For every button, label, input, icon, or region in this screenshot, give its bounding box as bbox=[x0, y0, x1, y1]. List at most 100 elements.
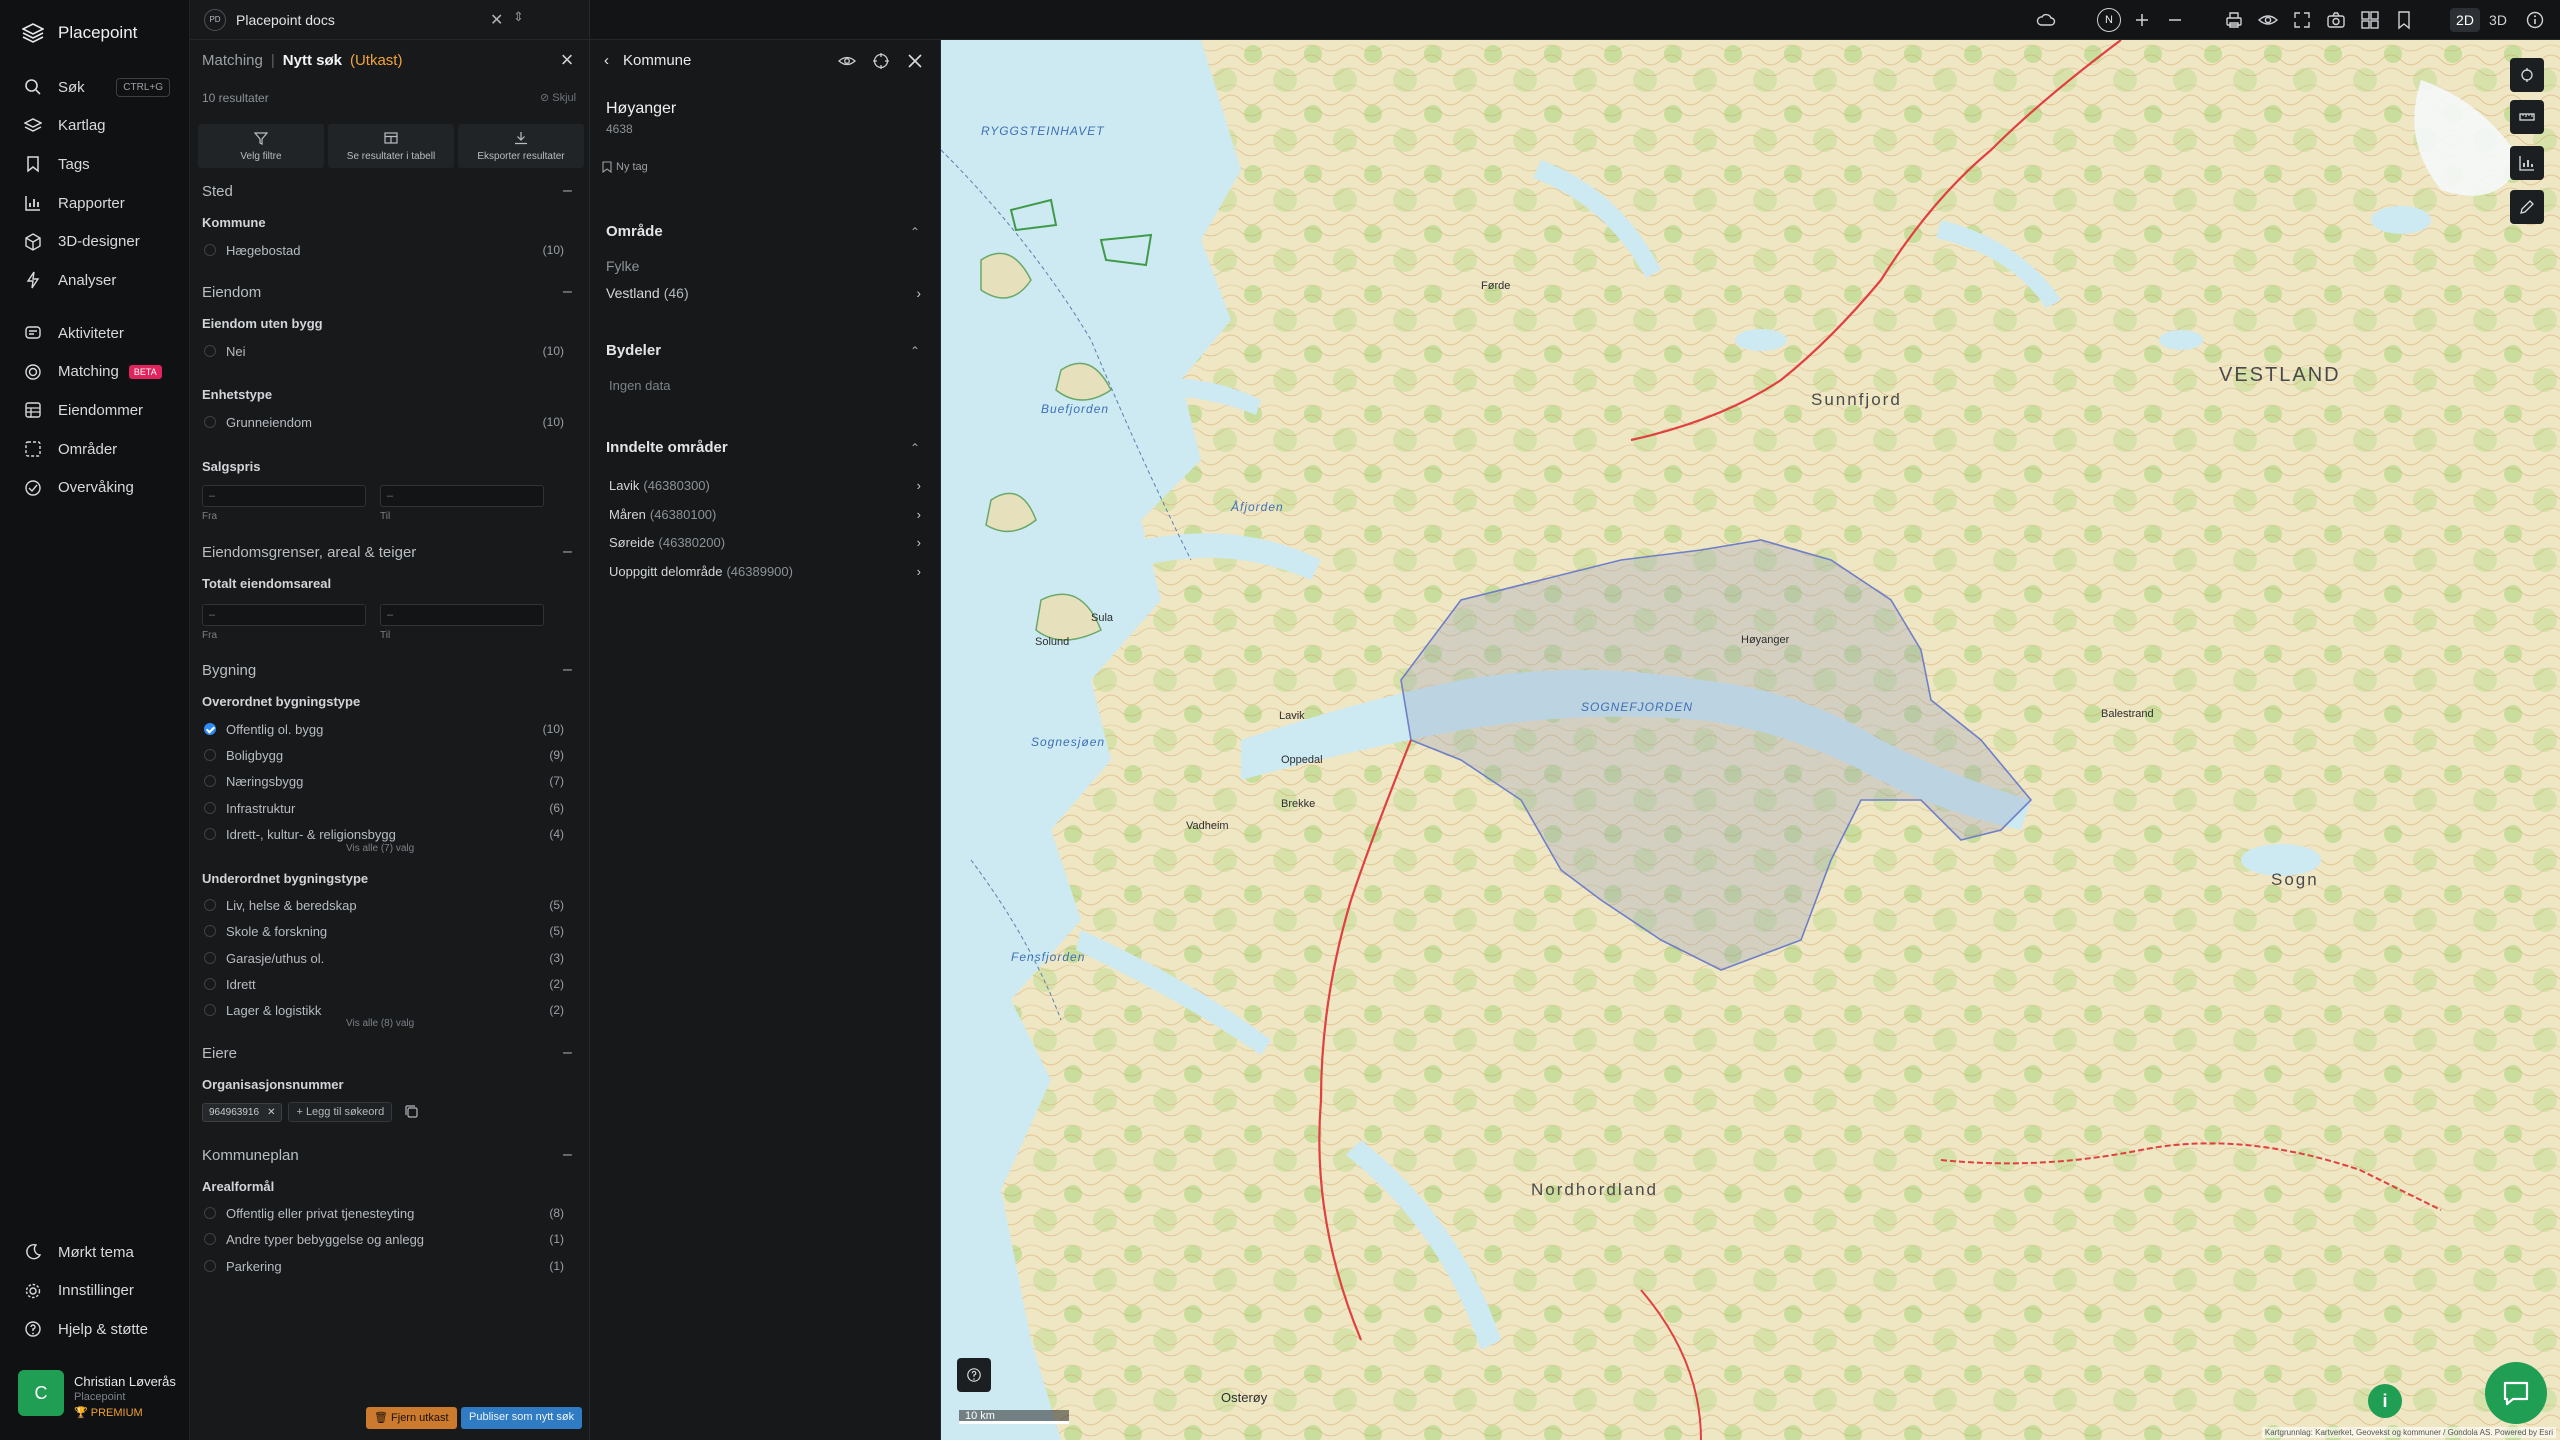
collapse-icon[interactable]: – bbox=[563, 1146, 572, 1164]
user-card[interactable]: C Christian Løverås Placepoint 🏆 PREMIUM bbox=[18, 1370, 176, 1419]
add-keyword-button[interactable]: + Legg til søkeord bbox=[288, 1102, 393, 1122]
nav-item-matching[interactable]: Matching BETA bbox=[0, 353, 190, 392]
chevron-updown-icon[interactable]: ⇕ bbox=[513, 9, 524, 25]
show-all-link[interactable]: Vis alle (8) valg bbox=[346, 1018, 414, 1029]
eye-icon[interactable] bbox=[2258, 10, 2278, 30]
doc-tab-title[interactable]: Placepoint docs bbox=[236, 12, 335, 28]
checkbox[interactable] bbox=[204, 925, 216, 937]
filter-option[interactable]: Skole & forskning (5) bbox=[204, 921, 564, 941]
nav-item-tags[interactable]: Tags bbox=[0, 145, 190, 184]
filter-option[interactable]: Idrett (2) bbox=[204, 974, 564, 994]
filter-option[interactable]: Offentlig ol. bygg (10) bbox=[204, 719, 564, 739]
area-from-input[interactable] bbox=[202, 604, 366, 626]
cloud-icon[interactable] bbox=[2036, 10, 2056, 30]
section-grenser[interactable]: Eiendomsgrenser, areal & teiger bbox=[202, 544, 416, 561]
nav-item-kartlag[interactable]: Kartlag bbox=[0, 107, 190, 146]
area-row[interactable]: Uoppgitt delområde (46389900) › bbox=[609, 564, 921, 579]
back-icon[interactable]: ‹ bbox=[604, 52, 609, 69]
eye-icon[interactable] bbox=[838, 52, 856, 70]
checkbox[interactable] bbox=[204, 802, 216, 814]
checkbox[interactable] bbox=[204, 1233, 216, 1245]
dashboard-icon[interactable] bbox=[2360, 10, 2380, 30]
nav-item-dark-theme[interactable]: Mørkt tema bbox=[0, 1233, 190, 1272]
checkbox[interactable] bbox=[204, 244, 216, 256]
zoom-out-icon[interactable] bbox=[2165, 10, 2185, 30]
nav-item-aktiviteter[interactable]: Aktiviteter bbox=[0, 314, 190, 353]
new-tag-button[interactable]: Ny tag bbox=[602, 161, 648, 173]
checkbox[interactable] bbox=[204, 828, 216, 840]
chevron-up-icon[interactable]: ⌃ bbox=[910, 441, 920, 455]
brand[interactable]: Placepoint bbox=[22, 20, 137, 46]
mode-3d-button[interactable]: 3D bbox=[2483, 8, 2513, 32]
camera-icon[interactable] bbox=[2326, 10, 2346, 30]
hide-button[interactable]: ⊘ Skjul bbox=[540, 91, 576, 104]
nav-item-rapporter[interactable]: Rapporter bbox=[0, 184, 190, 223]
crosshair-icon[interactable] bbox=[872, 52, 890, 70]
checkbox[interactable] bbox=[204, 1207, 216, 1219]
publish-button[interactable]: Publiser som nytt søk bbox=[461, 1407, 583, 1429]
section-bydeler[interactable]: Bydeler bbox=[606, 342, 661, 359]
checkbox[interactable] bbox=[204, 345, 216, 357]
nav-item-omrader[interactable]: Områder bbox=[0, 430, 190, 469]
checkbox-checked[interactable] bbox=[204, 723, 216, 735]
view-table-button[interactable]: Se resultater i tabell bbox=[328, 124, 454, 168]
checkbox[interactable] bbox=[204, 952, 216, 964]
close-tab-icon[interactable]: ✕ bbox=[490, 10, 503, 30]
filter-option[interactable]: Boligbygg (9) bbox=[204, 745, 564, 765]
checkbox[interactable] bbox=[204, 978, 216, 990]
filter-option[interactable]: Liv, helse & beredskap (5) bbox=[204, 895, 564, 915]
checkbox[interactable] bbox=[204, 775, 216, 787]
collapse-icon[interactable]: – bbox=[563, 283, 572, 301]
checkbox[interactable] bbox=[204, 1004, 216, 1016]
filter-option[interactable]: Næringsbygg (7) bbox=[204, 771, 564, 791]
section-eiendom[interactable]: Eiendom bbox=[202, 284, 261, 301]
section-kommuneplan[interactable]: Kommuneplan bbox=[202, 1147, 299, 1164]
checkbox[interactable] bbox=[204, 899, 216, 911]
zoom-in-icon[interactable] bbox=[2132, 10, 2152, 30]
choose-filters-button[interactable]: Velg filtre bbox=[198, 124, 324, 168]
statistics-button[interactable] bbox=[2510, 146, 2544, 180]
fylke-row[interactable]: Vestland (46) › bbox=[606, 285, 921, 301]
breadcrumb-parent[interactable]: Matching bbox=[202, 52, 263, 69]
filter-option[interactable]: Infrastruktur (6) bbox=[204, 798, 564, 818]
chevron-up-icon[interactable]: ⌃ bbox=[910, 344, 920, 358]
section-eiere[interactable]: Eiere bbox=[202, 1045, 237, 1062]
nav-item-analyser[interactable]: Analyser bbox=[0, 261, 190, 300]
info-icon[interactable] bbox=[2525, 10, 2545, 30]
nav-item-overvaking[interactable]: Overvåking bbox=[0, 468, 190, 507]
collapse-icon[interactable]: – bbox=[563, 661, 572, 679]
filter-option[interactable]: Lager & logistikk (2) bbox=[204, 1000, 564, 1020]
show-all-link[interactable]: Vis alle (7) valg bbox=[346, 843, 414, 854]
filter-option[interactable]: Andre typer bebyggelse og anlegg (1) bbox=[204, 1229, 564, 1249]
map-canvas[interactable]: VESTLAND Sunnfjord Sogn Nordhordland RYG… bbox=[941, 40, 2560, 1440]
nav-item-eiendommer[interactable]: Eiendommer bbox=[0, 391, 190, 430]
filter-option[interactable]: Hægebostad (10) bbox=[204, 240, 564, 260]
close-icon[interactable]: × bbox=[556, 49, 578, 72]
fullscreen-icon[interactable] bbox=[2292, 10, 2312, 30]
area-row[interactable]: Måren (46380100) › bbox=[609, 507, 921, 522]
remove-chip-icon[interactable]: ✕ bbox=[267, 1107, 275, 1118]
section-sted[interactable]: Sted bbox=[202, 183, 233, 200]
bookmark-icon[interactable] bbox=[2394, 10, 2414, 30]
price-to-input[interactable] bbox=[380, 485, 544, 507]
collapse-icon[interactable]: – bbox=[563, 543, 572, 561]
checkbox[interactable] bbox=[204, 749, 216, 761]
nav-item-search[interactable]: Søk CTRL+G bbox=[0, 68, 190, 107]
map-layers-button[interactable] bbox=[2510, 58, 2544, 92]
collapse-icon[interactable]: – bbox=[563, 182, 572, 200]
compass-button[interactable]: N bbox=[2097, 8, 2121, 32]
mode-2d-button[interactable]: 2D bbox=[2450, 8, 2480, 32]
collapse-icon[interactable]: – bbox=[563, 1044, 572, 1062]
nav-item-settings[interactable]: Innstillinger bbox=[0, 1272, 190, 1311]
filter-option[interactable]: Nei (10) bbox=[204, 341, 564, 361]
copy-icon[interactable] bbox=[404, 1104, 420, 1120]
measure-button[interactable] bbox=[2510, 100, 2544, 134]
area-to-input[interactable] bbox=[380, 604, 544, 626]
filter-option[interactable]: Garasje/uthus ol. (3) bbox=[204, 948, 564, 968]
export-results-button[interactable]: Eksporter resultater bbox=[458, 124, 584, 168]
nav-item-3d-designer[interactable]: 3D-designer bbox=[0, 222, 190, 261]
filter-option[interactable]: Grunneiendom (10) bbox=[204, 412, 564, 432]
map-info-button[interactable]: i bbox=[2368, 1384, 2402, 1418]
area-row[interactable]: Lavik (46380300) › bbox=[609, 478, 921, 493]
area-row[interactable]: Søreide (46380200) › bbox=[609, 535, 921, 550]
